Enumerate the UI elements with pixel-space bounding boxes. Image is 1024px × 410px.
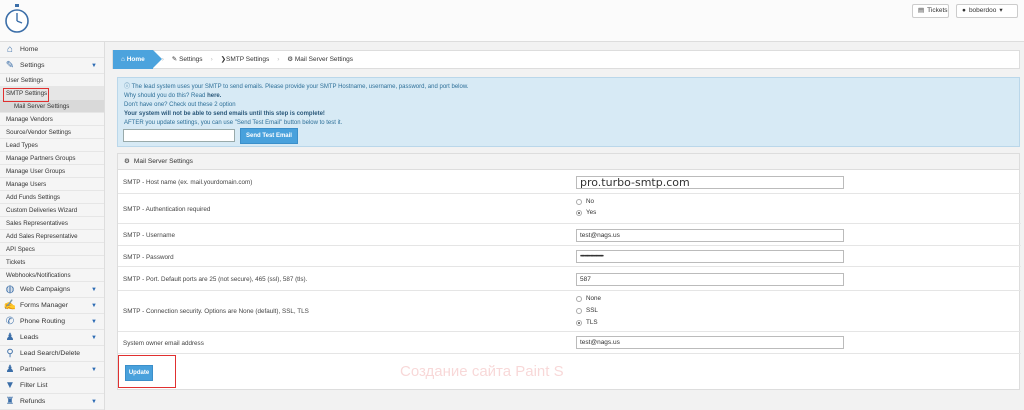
host-row: SMTP - Host name (ex. mail.yourdomain.co… (118, 171, 1021, 194)
stopwatch-logo-icon[interactable] (4, 4, 30, 34)
update-highlight (118, 355, 176, 388)
panel-header: ⚙ Mail Server Settings (118, 154, 1019, 170)
sidebar-item-manage-partners-groups[interactable]: Manage Partners Groups (0, 152, 104, 165)
caret-down-icon: ▾ (999, 7, 1003, 14)
sidebar-item-webhooks[interactable]: Webhooks/Notifications (0, 269, 104, 282)
auth-no-radio[interactable]: No (576, 198, 594, 205)
caret-down-icon: ▼ (91, 303, 97, 309)
sidebar-item-api-specs[interactable]: API Specs (0, 243, 104, 256)
sidebar-item-lead-search-delete[interactable]: ⚲ Lead Search/Delete (0, 346, 104, 362)
sidebar-item-manage-user-groups[interactable]: Manage User Groups (0, 165, 104, 178)
globe-icon: ◍ (5, 283, 15, 295)
owner-email-input[interactable]: test@nags.us (576, 336, 844, 349)
edit-form-icon: ✍ (3, 299, 17, 311)
phone-icon: ✆ (5, 315, 15, 327)
sidebar-item-add-funds-settings[interactable]: Add Funds Settings (0, 191, 104, 204)
test-email-input[interactable] (123, 129, 235, 142)
read-here-link[interactable]: here. (207, 93, 221, 99)
sidebar-item-manage-vendors[interactable]: Manage Vendors (0, 113, 104, 126)
security-ssl-radio[interactable]: SSL (576, 307, 598, 314)
user-icon: ● (962, 7, 966, 14)
sidebar-item-web-campaigns[interactable]: ◍ Web Campaigns ▼ (0, 282, 104, 298)
search-icon: ⚲ (6, 347, 14, 359)
home-icon: ⌂ (6, 43, 14, 55)
sidebar-item-manage-users[interactable]: Manage Users (0, 178, 104, 191)
caret-down-icon: ▼ (91, 63, 97, 69)
info-icon: ⓘ (124, 84, 132, 90)
sidebar-item-phone-routing[interactable]: ✆ Phone Routing ▼ (0, 314, 104, 330)
sidebar-item-leads[interactable]: ♟ Leads ▼ (0, 330, 104, 346)
people-icon: ♟ (5, 331, 15, 343)
caret-down-icon: ▼ (91, 367, 97, 373)
username-input[interactable]: test@nags.us (576, 229, 844, 242)
gears-icon: ⚙ (287, 56, 295, 63)
auth-yes-radio[interactable]: Yes (576, 209, 596, 216)
security-tls-radio[interactable]: TLS (576, 319, 598, 326)
breadcrumb-settings[interactable]: ✎ Settings (162, 50, 211, 69)
sidebar-item-refunds[interactable]: ♜ Refunds ▼ (0, 394, 104, 410)
security-row: SMTP - Connection security. Options are … (118, 291, 1021, 332)
sidebar-item-sales-representatives[interactable]: Sales Representatives (0, 217, 104, 230)
breadcrumb-mail-server-settings: ⚙ Mail Server Settings (277, 50, 361, 69)
port-row: SMTP - Port. Default ports are 25 (not s… (118, 267, 1021, 291)
port-input[interactable]: 587 (576, 273, 844, 286)
auth-row: SMTP - Authentication required No Yes (118, 194, 1021, 224)
watermark-text: Создание сайта Paint S (400, 363, 564, 380)
partners-icon: ♟ (5, 363, 15, 375)
top-bar: ▤ Tickets ● boberdoo ▾ (0, 0, 1024, 42)
gears-icon: ⚙ (124, 157, 130, 165)
sidebar-item-add-sales-representative[interactable]: Add Sales Representative (0, 230, 104, 243)
host-input[interactable]: pro.turbo-smtp.com (576, 176, 844, 189)
filter-icon: ▼ (5, 379, 15, 391)
breadcrumb-home[interactable]: ⌂ Home (113, 50, 162, 69)
password-input[interactable]: •••••••••••••••••• (576, 250, 844, 263)
breadcrumb-smtp-settings[interactable]: ❯SMTP Settings (211, 50, 278, 69)
owner-email-row: System owner email address test@nags.us (118, 332, 1021, 354)
tickets-button[interactable]: ▤ Tickets (912, 4, 949, 18)
sidebar-item-home[interactable]: ⌂ Home (0, 42, 104, 58)
send-test-email-button[interactable]: Send Test Email (240, 128, 298, 144)
sidebar-item-settings[interactable]: ✎ Settings ▼ (0, 58, 104, 74)
caret-down-icon: ▼ (91, 319, 97, 325)
caret-down-icon: ▼ (91, 287, 97, 293)
sidebar-item-custom-deliveries-wizard[interactable]: Custom Deliveries Wizard (0, 204, 104, 217)
sidebar-item-partners[interactable]: ♟ Partners ▼ (0, 362, 104, 378)
user-menu-button[interactable]: ● boberdoo ▾ (956, 4, 1018, 18)
wrench-icon: ✎ (171, 56, 180, 63)
breadcrumb: ⌂ Home ✎ Settings ❯SMTP Settings ⚙ Mail … (112, 50, 1020, 69)
security-none-radio[interactable]: None (576, 295, 601, 302)
caret-down-icon: ▼ (91, 399, 97, 405)
sidebar-item-user-settings[interactable]: User Settings (0, 74, 104, 87)
refund-icon: ♜ (5, 395, 15, 407)
sidebar-item-source-vendor-settings[interactable]: Source/Vendor Settings (0, 126, 104, 139)
wrench-icon: ✎ (5, 59, 15, 71)
mail-server-settings-panel: ⚙ Mail Server Settings SMTP - Host name … (117, 153, 1021, 390)
sidebar-item-lead-types[interactable]: Lead Types (0, 139, 104, 152)
ticket-icon: ▤ (918, 7, 925, 14)
username-row: SMTP - Username test@nags.us (118, 224, 1021, 246)
caret-down-icon: ▼ (91, 335, 97, 341)
sidebar-item-filter-list[interactable]: ▼ Filter List (0, 378, 104, 394)
sidebar-item-tickets[interactable]: Tickets (0, 256, 104, 269)
password-row: SMTP - Password •••••••••••••••••• (118, 246, 1021, 267)
sidebar-item-forms-manager[interactable]: ✍ Forms Manager ▼ (0, 298, 104, 314)
smtp-settings-highlight (3, 88, 49, 102)
